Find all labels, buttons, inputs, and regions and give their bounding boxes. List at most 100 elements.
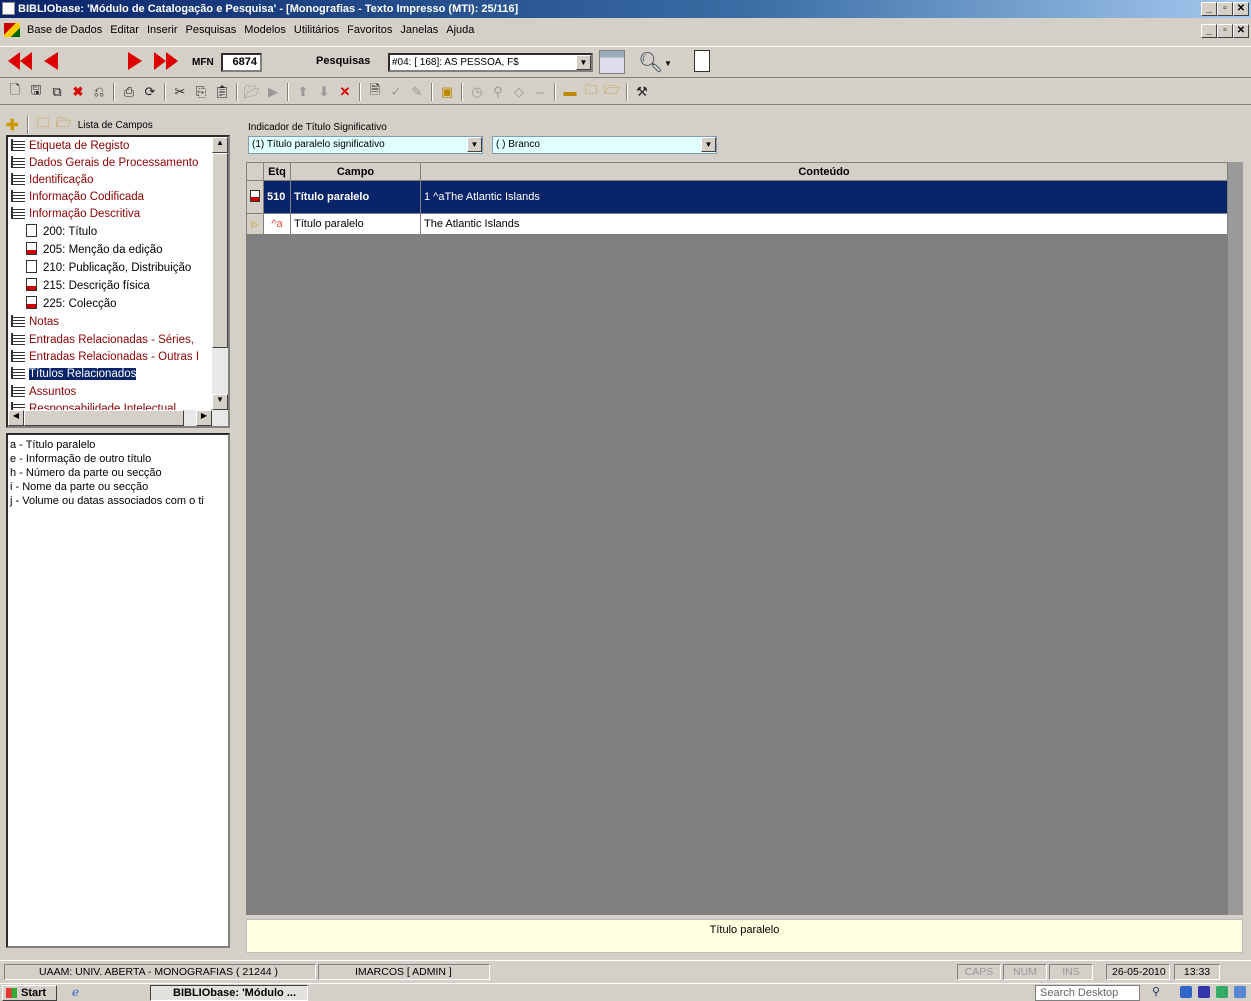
report-icon[interactable] [694,50,710,72]
tree-item-215[interactable]: 215: Descrição física [26,278,150,295]
minimize-field-icon[interactable]: ▬ [561,83,579,101]
expand-icon[interactable]: 🗀 [37,114,50,136]
document-menu-icon[interactable] [4,23,20,37]
save-icon[interactable]: 🖫 [27,82,45,101]
tree-item-assuntos[interactable]: Assuntos [11,384,76,401]
duplicate-icon[interactable]: ⧉ [48,83,66,101]
hscroll-thumb[interactable] [24,410,184,426]
refresh-icon[interactable]: ⟳ [141,83,159,101]
tree-item-titulos-relacionados[interactable]: Títulos Relacionados [11,366,137,383]
tools-icon[interactable]: ⚒ [633,83,651,101]
paste-icon[interactable]: 📋︎ [213,83,231,101]
subfield-item[interactable]: a - Título paralelo [10,438,226,452]
tree-item-200[interactable]: 200: Título [26,224,97,241]
scroll-up-icon[interactable]: ▲ [212,137,228,153]
tree-item-informacao-codificada[interactable]: Informação Codificada [11,189,144,206]
subfield-item[interactable]: h - Número da parte ou secção [10,466,226,480]
cell-etq[interactable]: ^a [263,213,291,235]
browser-icon[interactable]: ℯ [72,985,79,999]
clock-icon[interactable]: ◷ [468,83,486,101]
scroll-thumb[interactable] [212,153,228,348]
tree-item-entradas-outras[interactable]: Entradas Relacionadas - Outras I [11,349,199,366]
column-header-etq[interactable]: Etq [263,162,291,181]
tree-item-informacao-descritiva[interactable]: Informação Descritiva [11,206,140,223]
menu-utilitarios[interactable]: Utilitários [290,24,343,36]
search-icon[interactable]: 🔍︎ [638,50,663,75]
taskbar-item-biblio[interactable]: BIBLIObase: 'Módulo ... [150,985,308,1001]
tree-item-210[interactable]: 210: Publicação, Distribuição [26,260,191,277]
tray-app-icon[interactable] [1234,986,1246,998]
cell-conteudo[interactable]: The Atlantic Islands [420,213,1228,235]
undelete-icon[interactable]: ⎌ [90,83,108,101]
cell-campo[interactable]: Título paralelo [290,213,421,235]
play-icon[interactable]: ▶ [264,83,282,101]
previous-record-button[interactable] [44,52,74,74]
menu-editar[interactable]: Editar [106,24,143,36]
tree-item-notas[interactable]: Notas [11,314,59,331]
chevron-down-icon[interactable]: ▼ [467,137,482,152]
format-icon[interactable]: ✎ [408,83,426,101]
close-button[interactable]: ✕ [1233,2,1249,16]
mdi-restore-button[interactable]: ▫ [1217,24,1233,38]
menu-janelas[interactable]: Janelas [396,24,442,36]
new-icon[interactable]: 🗋 [6,82,24,101]
print-icon[interactable]: ⎙ [120,83,138,101]
mdi-minimize-button[interactable]: _ [1201,24,1217,38]
table-row[interactable]: ▷ ^a Título paralelo The Atlantic Island… [246,213,1228,235]
scroll-right-icon[interactable]: ▶ [196,410,212,426]
subfield-item[interactable]: e - Informação de outro título [10,452,226,466]
open-folder-icon[interactable]: 📂︎ [243,83,261,101]
subfield-item[interactable]: j - Volume ou datas associados com o ti [10,494,226,508]
menu-favoritos[interactable]: Favoritos [343,24,396,36]
scroll-left-icon[interactable]: ◀ [8,410,24,426]
tree-item-etiqueta[interactable]: Etiqueta de Registo [11,138,129,155]
search-desktop-input[interactable]: Search Desktop [1035,985,1140,1001]
tree-item-entradas-series[interactable]: Entradas Relacionadas - Séries, [11,332,194,349]
cell-conteudo[interactable]: 1 ^aThe Atlantic Islands [420,180,1228,214]
browse-grid-icon[interactable] [599,50,625,74]
link-icon[interactable]: ⇔ [531,83,549,101]
column-header-conteudo[interactable]: Conteúdo [420,162,1228,181]
minimize-button[interactable]: _ [1201,2,1217,16]
filter-icon[interactable]: ⚲ [489,83,507,101]
copy-icon[interactable]: ⎘ [192,83,210,101]
menu-pesquisas[interactable]: Pesquisas [182,24,241,36]
spellcheck-icon[interactable]: ✓ [387,83,405,101]
folder-add-icon[interactable]: 🗀 [582,82,600,101]
tree-item-dados-gerais[interactable]: Dados Gerais de Processamento [11,155,198,172]
scroll-down-icon[interactable]: ▼ [212,394,228,410]
mfn-input[interactable]: 6874 [221,53,262,72]
search-dropdown-icon[interactable]: ▼ [664,59,672,68]
menu-ajuda[interactable]: Ajuda [442,24,478,36]
maximize-button[interactable]: ▫ [1217,2,1233,16]
tree-horizontal-scrollbar[interactable]: ◀ ▶ [8,410,228,426]
preview-icon[interactable]: 🗎 [366,82,384,101]
chevron-down-icon[interactable]: ▼ [701,137,716,152]
subfield-item[interactable]: i - Nome da parte ou secção [10,480,226,494]
tree-vertical-scrollbar[interactable]: ▲ ▼ [212,137,228,410]
last-record-button[interactable] [154,52,184,74]
cell-campo[interactable]: Título paralelo [290,180,421,214]
tray-network-icon[interactable] [1180,986,1192,998]
tree-item-205[interactable]: 205: Menção da edição [26,242,163,259]
menu-inserir[interactable]: Inserir [143,24,182,36]
column-header-campo[interactable]: Campo [290,162,421,181]
indicator-2-select[interactable]: ( ) Branco ▼ [492,136,717,154]
menu-base-de-dados[interactable]: Base de Dados [23,24,106,36]
mdi-close-button[interactable]: ✕ [1233,24,1249,38]
search-select[interactable]: #04: [ 168]: AS PESSOA, F$ ▼ [388,53,593,72]
search-icon[interactable]: ⚲ [1152,985,1160,998]
move-down-icon[interactable]: ⬇ [315,83,333,101]
tray-search-icon[interactable] [1216,986,1228,998]
first-record-button[interactable] [8,52,38,74]
chevron-down-icon[interactable]: ▼ [576,55,591,70]
insert-field-icon[interactable]: ▣ [438,83,456,101]
tray-shield-icon[interactable] [1198,986,1210,998]
delete-record-icon[interactable]: ✖ [69,83,87,101]
move-up-icon[interactable]: ⬆ [294,83,312,101]
cell-etq[interactable]: 510 [263,180,291,214]
collapse-icon[interactable]: 🗁 [56,114,72,136]
delete-field-icon[interactable]: ✕ [336,83,354,101]
tree-item-identificacao[interactable]: Identificação [11,172,94,189]
folder-icon[interactable]: 🗁 [603,82,621,101]
